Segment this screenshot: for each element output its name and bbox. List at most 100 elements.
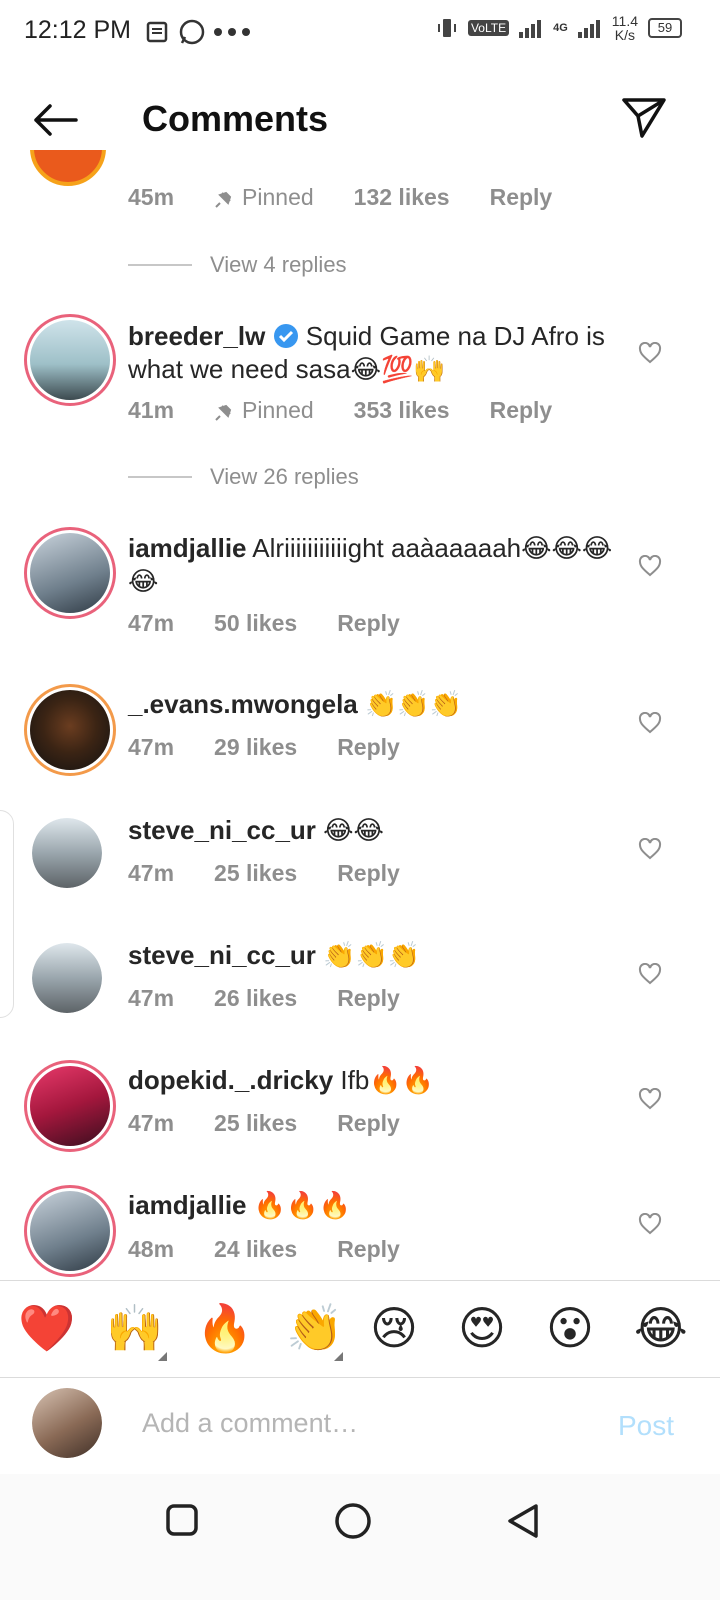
avatar-partial-ring bbox=[30, 150, 106, 186]
edge-handle[interactable] bbox=[0, 810, 14, 1018]
pinned-label: Pinned bbox=[214, 397, 314, 424]
likes-count[interactable]: 29 likes bbox=[214, 734, 297, 761]
reply-button[interactable]: Reply bbox=[337, 610, 400, 637]
view-replies-label: View 4 replies bbox=[210, 252, 347, 277]
comment-body: 👏👏👏 bbox=[323, 940, 421, 970]
emoji-heart[interactable]: ❤️ bbox=[18, 1300, 75, 1356]
comment-time: 47m bbox=[128, 1110, 175, 1136]
comment-username[interactable]: iamdjallie bbox=[128, 1190, 247, 1220]
comment-time: 45m bbox=[128, 184, 175, 210]
comment-text: breeder_lw Squid Game na DJ Afro is what… bbox=[128, 320, 618, 386]
likes-count[interactable]: 25 likes bbox=[214, 860, 297, 887]
arrow-left-icon bbox=[34, 104, 78, 136]
back-button[interactable] bbox=[30, 100, 80, 140]
like-button[interactable] bbox=[638, 1212, 662, 1240]
comment-username[interactable]: iamdjallie bbox=[128, 533, 247, 563]
emoji-clap[interactable]: 👏 bbox=[286, 1300, 343, 1356]
heart-outline-icon bbox=[638, 1212, 662, 1235]
emoji-raised-hands[interactable]: 🙌 bbox=[106, 1300, 163, 1356]
back-nav-button[interactable] bbox=[506, 1502, 540, 1545]
emoji-surprised[interactable]: 😮 bbox=[546, 1300, 594, 1356]
comment-username[interactable]: breeder_lw bbox=[128, 321, 265, 351]
home-button[interactable] bbox=[334, 1502, 372, 1545]
status-time: 12:12 PM bbox=[24, 16, 132, 44]
network-gen: 4G bbox=[553, 22, 568, 34]
triangle-back-icon bbox=[508, 1504, 538, 1538]
share-button[interactable] bbox=[620, 96, 668, 140]
reply-button[interactable]: Reply bbox=[337, 985, 400, 1012]
view-replies-0[interactable]: View 4 replies bbox=[128, 252, 347, 278]
likes-count[interactable]: 24 likes bbox=[214, 1236, 297, 1263]
comment-username[interactable]: steve_ni_cc_ur bbox=[128, 940, 316, 970]
verified-badge-icon bbox=[273, 324, 298, 348]
reply-button[interactable]: Reply bbox=[337, 1236, 400, 1263]
reply-button[interactable]: Reply bbox=[337, 860, 400, 887]
heart-outline-icon bbox=[638, 554, 662, 577]
paper-plane-icon bbox=[622, 98, 666, 138]
status-notification-icons bbox=[146, 18, 250, 46]
heart-outline-icon bbox=[638, 711, 662, 734]
like-button[interactable] bbox=[638, 837, 662, 865]
comment-input[interactable]: Add a comment… bbox=[142, 1408, 358, 1439]
comment-text: steve_ni_cc_ur 👏👏👏 bbox=[128, 939, 618, 972]
vibrate-icon bbox=[437, 19, 456, 37]
comment-body: 🔥🔥🔥 bbox=[253, 1190, 351, 1220]
comment-username[interactable]: dopekid._.dricky bbox=[128, 1065, 333, 1095]
pinned-label: Pinned bbox=[214, 184, 314, 211]
likes-count[interactable]: 353 likes bbox=[354, 397, 450, 424]
avatar[interactable] bbox=[24, 314, 116, 406]
data-speed-unit: K/s bbox=[614, 27, 635, 43]
heart-outline-icon bbox=[638, 341, 662, 364]
whatsapp-icon bbox=[179, 19, 205, 45]
avatar[interactable] bbox=[24, 684, 116, 776]
view-replies-label: View 26 replies bbox=[210, 464, 359, 489]
comment-time: 47m bbox=[128, 985, 175, 1011]
replies-divider bbox=[128, 264, 192, 266]
likes-count[interactable]: 25 likes bbox=[214, 1110, 297, 1137]
comment-meta-6: 47m 25 likes Reply bbox=[128, 1110, 440, 1137]
avatar[interactable] bbox=[24, 527, 116, 619]
like-button[interactable] bbox=[638, 711, 662, 739]
heart-outline-icon bbox=[638, 962, 662, 985]
emoji-fire[interactable]: 🔥 bbox=[196, 1300, 253, 1356]
post-button[interactable]: Post bbox=[618, 1410, 674, 1442]
more-dots-icon bbox=[214, 28, 250, 36]
emoji-tears-of-joy[interactable]: 😂 bbox=[634, 1300, 688, 1356]
comment-meta-2: 47m 50 likes Reply bbox=[128, 610, 440, 637]
like-button[interactable] bbox=[638, 962, 662, 990]
comment-username[interactable]: _.evans.mwongela bbox=[128, 689, 358, 719]
avatar-image bbox=[32, 943, 102, 1013]
reply-button[interactable]: Reply bbox=[490, 184, 553, 211]
avatar-image bbox=[32, 1388, 102, 1458]
avatar[interactable] bbox=[24, 1185, 116, 1277]
likes-count[interactable]: 132 likes bbox=[354, 184, 450, 211]
comment-body: 😂😂 bbox=[323, 815, 384, 845]
avatar[interactable] bbox=[24, 1060, 116, 1152]
like-button[interactable] bbox=[638, 1087, 662, 1115]
reply-button[interactable]: Reply bbox=[337, 734, 400, 761]
avatar[interactable] bbox=[32, 818, 102, 888]
recents-button[interactable] bbox=[166, 1504, 198, 1541]
reply-button[interactable]: Reply bbox=[490, 397, 553, 424]
avatar[interactable] bbox=[32, 943, 102, 1013]
likes-count[interactable]: 26 likes bbox=[214, 985, 297, 1012]
likes-count[interactable]: 50 likes bbox=[214, 610, 297, 637]
signal-icon-2 bbox=[577, 20, 600, 38]
avatar-partial[interactable] bbox=[30, 150, 106, 188]
avatar-image bbox=[32, 818, 102, 888]
signal-icon bbox=[519, 20, 542, 38]
comment-text: _.evans.mwongela 👏👏👏 bbox=[128, 688, 618, 721]
like-button[interactable] bbox=[638, 554, 662, 582]
emoji-heart-eyes[interactable]: 😍 bbox=[458, 1300, 506, 1356]
comment-time: 41m bbox=[128, 397, 175, 423]
heart-outline-icon bbox=[638, 1087, 662, 1110]
pin-icon bbox=[215, 191, 232, 208]
comment-time: 48m bbox=[128, 1236, 175, 1262]
view-replies-1[interactable]: View 26 replies bbox=[128, 464, 359, 490]
comment-meta-4: 47m 25 likes Reply bbox=[128, 860, 440, 887]
like-button[interactable] bbox=[638, 341, 662, 369]
reply-button[interactable]: Reply bbox=[337, 1110, 400, 1137]
page-title: Comments bbox=[142, 98, 329, 139]
emoji-crying[interactable]: 😢 bbox=[370, 1300, 418, 1356]
comment-username[interactable]: steve_ni_cc_ur bbox=[128, 815, 316, 845]
